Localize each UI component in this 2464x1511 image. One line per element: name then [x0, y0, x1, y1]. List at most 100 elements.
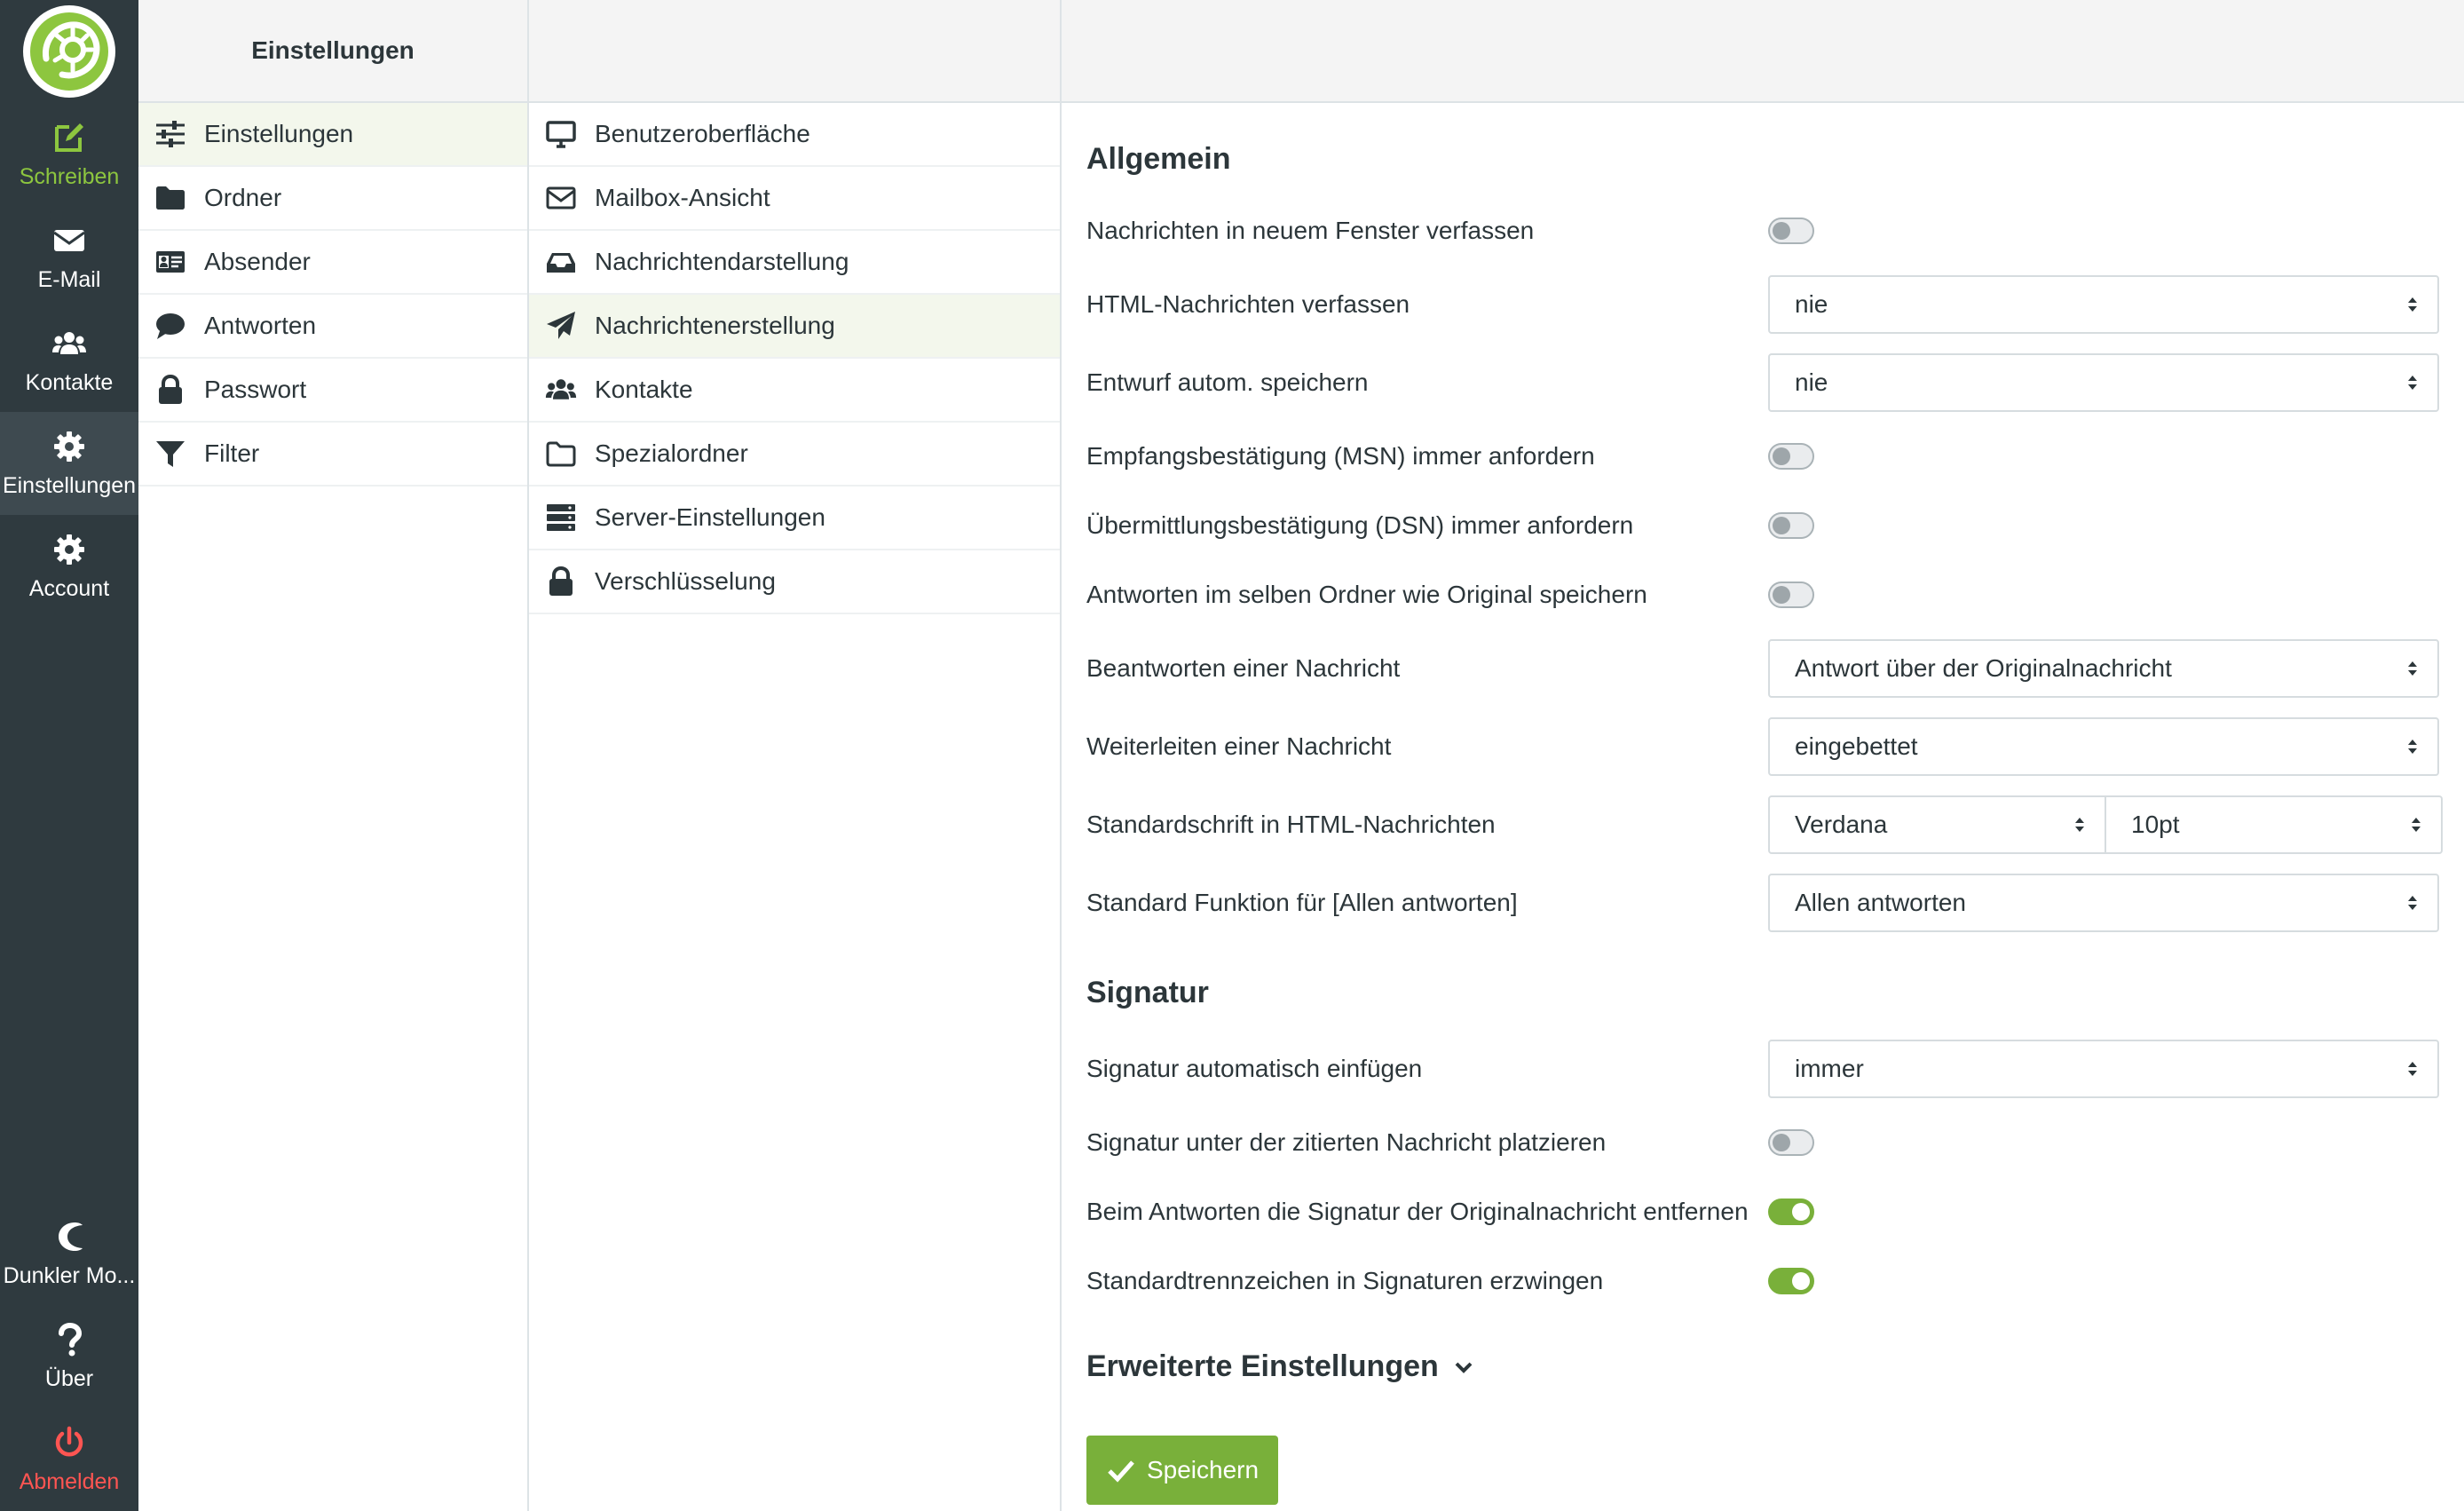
setting-default-font: Standardschrift in HTML-Nachrichten Verd…: [1086, 786, 2443, 864]
reply-same-folder-toggle[interactable]: [1768, 581, 1814, 608]
default-font-group: Verdana 10pt: [1768, 795, 2443, 854]
section-item-filters[interactable]: Filter: [138, 423, 527, 487]
subsection-item-folders[interactable]: Spezialordner: [529, 423, 1060, 487]
gear-icon: [54, 534, 84, 565]
font-family-select[interactable]: Verdana: [1768, 795, 2106, 854]
setting-html-compose: HTML-Nachrichten verfassen nie: [1086, 265, 2439, 344]
gear-icon: [54, 431, 84, 462]
setting-label: Beantworten einer Nachricht: [1086, 654, 1401, 682]
select-arrows-icon: [2408, 896, 2417, 910]
setting-new-window: Nachrichten in neuem Fenster verfassen: [1086, 196, 2439, 265]
subsection-item-addressbook[interactable]: Kontakte: [529, 359, 1060, 423]
taskbar-about-label: Über: [44, 1365, 94, 1391]
subsection-item-mailview[interactable]: Nachrichtendarstellung: [529, 231, 1060, 295]
taskbar-about[interactable]: Über: [0, 1305, 138, 1408]
setting-label: Signatur unter der zitierten Nachricht p…: [1086, 1128, 1607, 1156]
section-item-responses[interactable]: Antworten: [138, 295, 527, 359]
setting-forward-mode: Weiterleiten einer Nachricht eingebettet: [1086, 708, 2439, 786]
taskbar-account[interactable]: Account: [0, 515, 138, 618]
select-value: nie: [1795, 290, 1828, 318]
section-item-preferences[interactable]: Einstellungen: [138, 103, 527, 167]
taskbar-compose-label: Schreiben: [19, 163, 120, 189]
select-arrows-icon: [2412, 818, 2421, 832]
app-root: Schreiben E-Mail Kontakte Einstellungen …: [0, 0, 2464, 1511]
setting-signature-auto-insert: Signatur automatisch einfügen immer: [1086, 1030, 2439, 1108]
taskbar-darkmode[interactable]: Dunkler Mo...: [0, 1202, 138, 1305]
signature-separator-toggle[interactable]: [1768, 1268, 1814, 1294]
taskbar-settings-label: Einstellungen: [2, 472, 137, 498]
select-value: nie: [1795, 368, 1828, 396]
draft-autosave-select[interactable]: nie: [1768, 353, 2439, 412]
subsection-item-label: Nachrichtenerstellung: [595, 312, 835, 339]
forward-mode-select[interactable]: eingebettet: [1768, 717, 2439, 776]
subsection-item-label: Mailbox-Ansicht: [595, 184, 770, 211]
subsection-item-label: Nachrichtendarstellung: [595, 248, 849, 275]
chevron-down-icon: [1455, 1362, 1473, 1373]
html-compose-select[interactable]: nie: [1768, 275, 2439, 334]
section-item-label: Absender: [204, 248, 311, 275]
setting-signature-strip: Beim Antworten die Signatur der Original…: [1086, 1177, 2439, 1246]
inbox-icon: [547, 253, 575, 273]
reply-all-select[interactable]: Allen antworten: [1768, 874, 2439, 932]
select-arrows-icon: [2075, 818, 2084, 832]
settings-content: Allgemein Nachrichten in neuem Fenster v…: [1062, 0, 2464, 1511]
dsn-toggle[interactable]: [1768, 512, 1814, 539]
lock-icon: [159, 374, 182, 404]
content-body: Allgemein Nachrichten in neuem Fenster v…: [1062, 103, 2464, 1505]
taskbar-mail[interactable]: E-Mail: [0, 206, 138, 309]
setting-label: Standardtrennzeichen in Signaturen erzwi…: [1086, 1267, 1604, 1294]
taskbar-logout-label: Abmelden: [19, 1468, 120, 1494]
taskbar-contacts[interactable]: Kontakte: [0, 309, 138, 412]
section-item-label: Antworten: [204, 312, 317, 339]
signature-strip-toggle[interactable]: [1768, 1199, 1814, 1225]
signature-below-quote-toggle[interactable]: [1768, 1129, 1814, 1156]
server-icon: [547, 504, 575, 531]
moon-icon: [59, 1222, 83, 1251]
setting-dsn: Übermittlungsbestätigung (DSN) immer anf…: [1086, 491, 2439, 560]
select-value: Antwort über der Originalnachricht: [1795, 654, 2172, 682]
section-item-label: Filter: [204, 439, 260, 467]
select-arrows-icon: [2408, 1062, 2417, 1076]
monitor-icon: [546, 121, 576, 148]
subsection-item-compose[interactable]: Nachrichtenerstellung: [529, 295, 1060, 359]
subsection-item-general[interactable]: Benutzeroberfläche: [529, 103, 1060, 167]
section-item-folders[interactable]: Ordner: [138, 167, 527, 231]
setting-label: Signatur automatisch einfügen: [1086, 1055, 1423, 1082]
font-size-select[interactable]: 10pt: [2106, 795, 2443, 854]
new-window-toggle[interactable]: [1768, 218, 1814, 244]
subsection-item-server[interactable]: Server-Einstellungen: [529, 487, 1060, 550]
folder-icon: [156, 186, 185, 210]
checkmark-icon: [1108, 1460, 1134, 1483]
select-value: eingebettet: [1795, 732, 1918, 760]
logo[interactable]: [0, 0, 138, 103]
taskbar-compose[interactable]: Schreiben: [0, 103, 138, 206]
section-item-password[interactable]: Passwort: [138, 359, 527, 423]
speech-bubble-icon: [156, 313, 185, 339]
select-value: Verdana: [1795, 811, 1888, 838]
setting-reply-same-folder: Antworten im selben Ordner wie Original …: [1086, 560, 2439, 629]
taskbar-logout[interactable]: Abmelden: [0, 1408, 138, 1511]
users-icon: [52, 331, 86, 354]
setting-reply-mode: Beantworten einer Nachricht Antwort über…: [1086, 629, 2439, 708]
taskbar-account-label: Account: [28, 575, 110, 601]
section-item-label: Ordner: [204, 184, 282, 211]
setting-label: Antworten im selben Ordner wie Original …: [1086, 581, 1647, 608]
save-button[interactable]: Speichern: [1086, 1436, 1278, 1505]
select-arrows-icon: [2408, 740, 2417, 754]
subsection-item-mailbox[interactable]: Mailbox-Ansicht: [529, 167, 1060, 231]
reply-mode-select[interactable]: Antwort über der Originalnachricht: [1768, 639, 2439, 698]
mdn-toggle[interactable]: [1768, 443, 1814, 470]
question-icon: [59, 1322, 83, 1356]
subsection-item-encryption[interactable]: Verschlüsselung: [529, 550, 1060, 614]
setting-label: Weiterleiten einer Nachricht: [1086, 732, 1392, 760]
section-item-identities[interactable]: Absender: [138, 231, 527, 295]
signature-auto-insert-select[interactable]: immer: [1768, 1040, 2439, 1098]
taskbar-settings[interactable]: Einstellungen: [0, 412, 138, 515]
setting-label: Entwurf autom. speichern: [1086, 368, 1369, 396]
advanced-settings-label: Erweiterte Einstellungen: [1086, 1349, 1439, 1383]
compose-icon: [55, 123, 83, 152]
advanced-settings-toggle[interactable]: Erweiterte Einstellungen: [1086, 1349, 2439, 1384]
section-item-label: Einstellungen: [204, 120, 354, 147]
section-title-general: Allgemein: [1086, 142, 1231, 176]
users-icon: [545, 379, 577, 400]
